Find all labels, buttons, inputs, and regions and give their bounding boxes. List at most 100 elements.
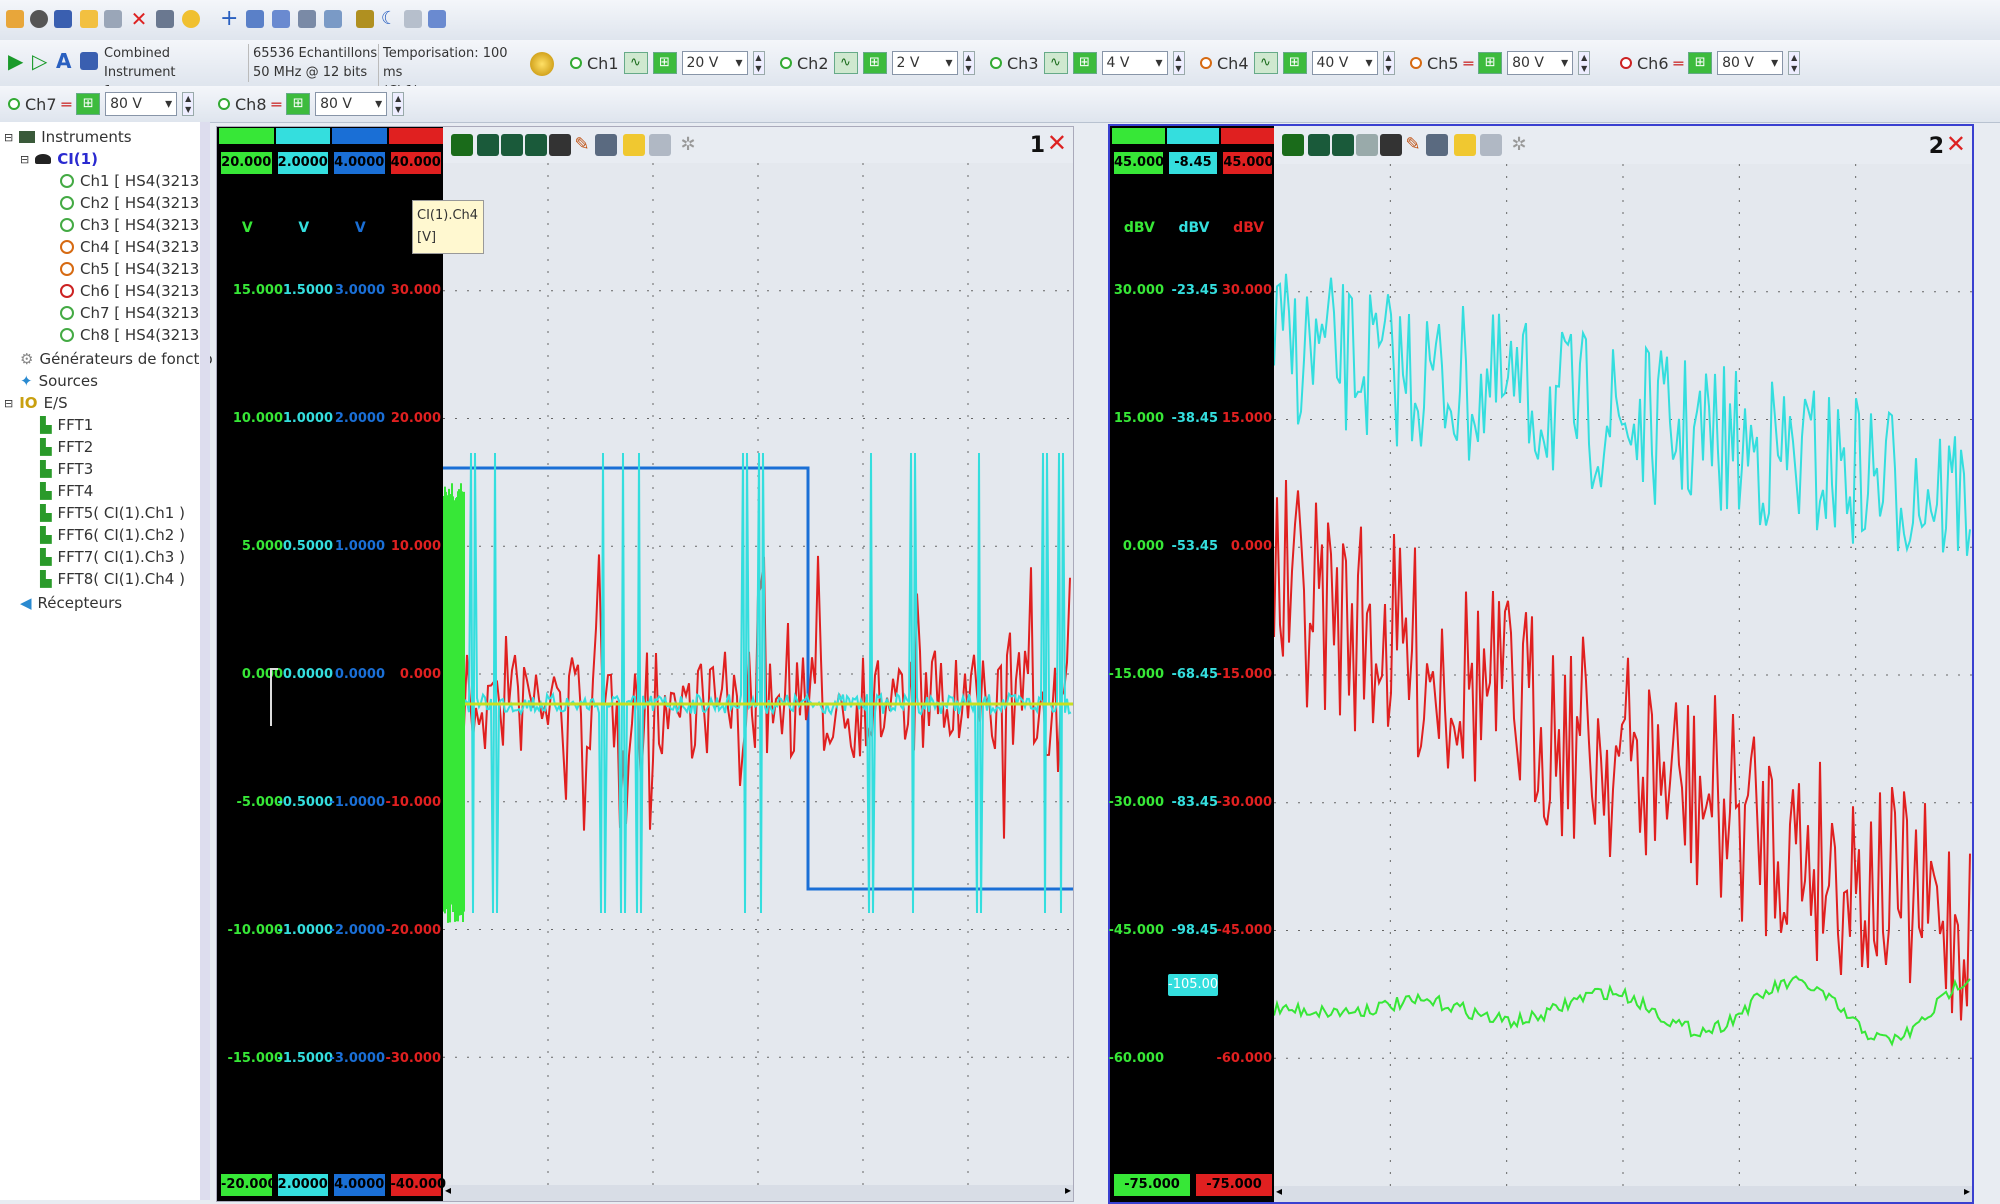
pen-icon[interactable]: ✎ [571, 134, 593, 156]
zoom-icon[interactable] [477, 134, 499, 156]
range-spinner[interactable]: ▲ ▼ [752, 51, 765, 75]
tree-generators[interactable]: ⚙ Générateurs de fonctio [20, 350, 213, 368]
measure-icon[interactable] [501, 134, 523, 156]
range-spinner[interactable]: ▲ ▼ [962, 51, 975, 75]
coupling-icon[interactable]: ⊞ [1478, 52, 1503, 74]
disable-icon[interactable] [1480, 134, 1502, 156]
coupling-icon[interactable]: ⊞ [862, 52, 887, 74]
tree-fft8[interactable]: ▙ FFT8( CI(1).Ch4 ) [40, 570, 185, 588]
marker-badge[interactable]: -105.00 [1168, 974, 1218, 996]
coupling-icon[interactable]: ⊞ [652, 52, 677, 74]
play-icon[interactable]: ▶ [8, 51, 26, 71]
tree-es[interactable]: ⊟ IO E/S [4, 394, 68, 412]
range-spinner[interactable]: ▲ ▼ [182, 92, 195, 116]
spectrum-plot[interactable] [1274, 164, 1972, 1186]
tree-fft6[interactable]: ▙ FFT6( CI(1).Ch2 ) [40, 526, 185, 544]
display-icon[interactable] [549, 134, 571, 156]
tick-label: 15.000 [1221, 411, 1272, 426]
tree-ch5[interactable]: Ch5 [ HS4(32132 [60, 260, 209, 278]
coupling-icon[interactable]: ⊞ [1282, 52, 1307, 74]
tree-ch7[interactable]: Ch7 [ HS4(32132 [60, 304, 209, 322]
settings-icon[interactable]: ✲ [677, 134, 699, 156]
tree-fft7[interactable]: ▙ FFT7( CI(1).Ch3 ) [40, 548, 185, 566]
export-icon[interactable] [595, 134, 617, 156]
range-select[interactable]: 80 V ▾ [105, 92, 178, 116]
cursor-icon[interactable] [451, 134, 473, 156]
tree-ch6[interactable]: Ch6 [ HS4(32132 [60, 282, 209, 300]
measure-icon[interactable] [1332, 134, 1354, 156]
channel-ch5[interactable]: Ch5 ═ ⊞ 80 V ▾ ▲ ▼ [1410, 51, 1591, 75]
arrow-right-icon[interactable]: ▸ [1964, 1184, 1970, 1198]
channel-ch2[interactable]: Ch2 ∿ ⊞ 2 V ▾ ▲ ▼ [780, 51, 975, 75]
close-icon[interactable]: ✕ [1946, 130, 1966, 158]
tree-ch2[interactable]: Ch2 [ HS4(32131 [60, 194, 209, 212]
range-select[interactable]: 20 V ▾ [681, 51, 748, 75]
comment-icon[interactable] [623, 134, 645, 156]
range-select[interactable]: 2 V ▾ [891, 51, 958, 75]
channel-ch7[interactable]: Ch7 ═ ⊞ 80 V ▾ ▲ ▼ [8, 92, 195, 116]
fit-icon[interactable] [525, 134, 547, 156]
tree-fft4[interactable]: ▙ FFT4 [40, 482, 93, 500]
pen-icon[interactable]: ✎ [1402, 134, 1424, 156]
channel-label: Ch7 [25, 94, 57, 114]
mail-icon[interactable] [80, 10, 98, 28]
comment-icon[interactable] [1454, 134, 1476, 156]
waveform-icon[interactable]: ∿ [833, 52, 858, 74]
tree-receivers[interactable]: ◀ Récepteurs [20, 594, 122, 612]
waveform-icon[interactable]: ∿ [623, 52, 648, 74]
arrow-right-icon[interactable]: ▸ [1065, 1183, 1071, 1197]
tree-scrollbar[interactable] [200, 122, 210, 1200]
settings-icon[interactable]: ✲ [1508, 134, 1530, 156]
expand-icon[interactable]: ⊟ [4, 131, 13, 144]
tree-fft1[interactable]: ▙ FFT1 [40, 416, 93, 434]
fit-icon[interactable] [1356, 134, 1378, 156]
close-icon[interactable]: ✕ [130, 9, 148, 29]
coupling-icon[interactable]: ⊞ [1688, 52, 1713, 74]
print-icon[interactable] [156, 10, 174, 28]
range-spinner[interactable]: ▲ ▼ [1578, 51, 1591, 75]
refresh-icon[interactable] [104, 10, 122, 28]
channel-ch1[interactable]: Ch1 ∿ ⊞ 20 V ▾ ▲ ▼ [570, 51, 765, 75]
range-spinner[interactable]: ▲ ▼ [1382, 51, 1395, 75]
tree-instruments[interactable]: ⊟ Instruments [4, 128, 132, 146]
tree-ch8[interactable]: Ch8 [ HS4(32132 [60, 326, 209, 344]
zoom-icon[interactable] [1308, 134, 1330, 156]
settings-icon[interactable] [30, 10, 48, 28]
tree-fft5[interactable]: ▙ FFT5( CI(1).Ch1 ) [40, 504, 185, 522]
arrow-left-icon[interactable]: ◂ [1276, 1184, 1282, 1198]
display-icon[interactable] [1380, 134, 1402, 156]
tick-label: 2.0000 [334, 411, 385, 426]
cursor-icon[interactable] [1282, 134, 1304, 156]
save-icon[interactable] [54, 10, 72, 28]
tree-fft2[interactable]: ▙ FFT2 [40, 438, 93, 456]
range-select[interactable]: 40 V ▾ [1311, 51, 1378, 75]
close-icon[interactable]: ✕ [1047, 129, 1067, 157]
open-icon[interactable] [6, 10, 24, 28]
time-plot[interactable] [443, 163, 1073, 1185]
tree-ch4[interactable]: Ch4 [ HS4(32131 [60, 238, 209, 256]
tick-label: 1.0000 [282, 411, 333, 426]
range-select[interactable]: 80 V ▾ [1717, 51, 1784, 75]
step-icon[interactable]: ▷ [32, 51, 50, 71]
channel-ch6[interactable]: Ch6 ═ ⊞ 80 V ▾ ▲ ▼ [1620, 51, 1801, 75]
trigger-icon[interactable] [530, 52, 554, 76]
expand-icon[interactable]: ⊟ [20, 153, 29, 166]
disable-icon[interactable] [649, 134, 671, 156]
expand-icon[interactable]: ⊟ [4, 397, 13, 410]
coupling-icon[interactable]: ⊞ [1072, 52, 1097, 74]
horizontal-scrollbar[interactable]: ◂ ▸ [443, 1183, 1073, 1201]
range-select[interactable]: 80 V ▾ [1507, 51, 1574, 75]
tree-fft3[interactable]: ▙ FFT3 [40, 460, 93, 478]
waveform-icon[interactable]: ∿ [1043, 52, 1068, 74]
tree-ch1[interactable]: Ch1 [ HS4(32131 [60, 172, 209, 190]
auto-icon[interactable]: A [56, 51, 74, 71]
tree-sources[interactable]: ✦ Sources [20, 372, 98, 390]
tick-label: -23.45 [1171, 283, 1218, 298]
tree-ci1[interactable]: ⊟ CI(1) [20, 150, 98, 168]
power-icon[interactable] [182, 10, 200, 28]
export-icon[interactable] [1426, 134, 1448, 156]
coupling-icon[interactable]: ⊞ [76, 93, 101, 115]
instrument-icon[interactable] [80, 52, 98, 70]
tree-ch3[interactable]: Ch3 [ HS4(32131 [60, 216, 209, 234]
range-spinner[interactable]: ▲ ▼ [1788, 51, 1801, 75]
